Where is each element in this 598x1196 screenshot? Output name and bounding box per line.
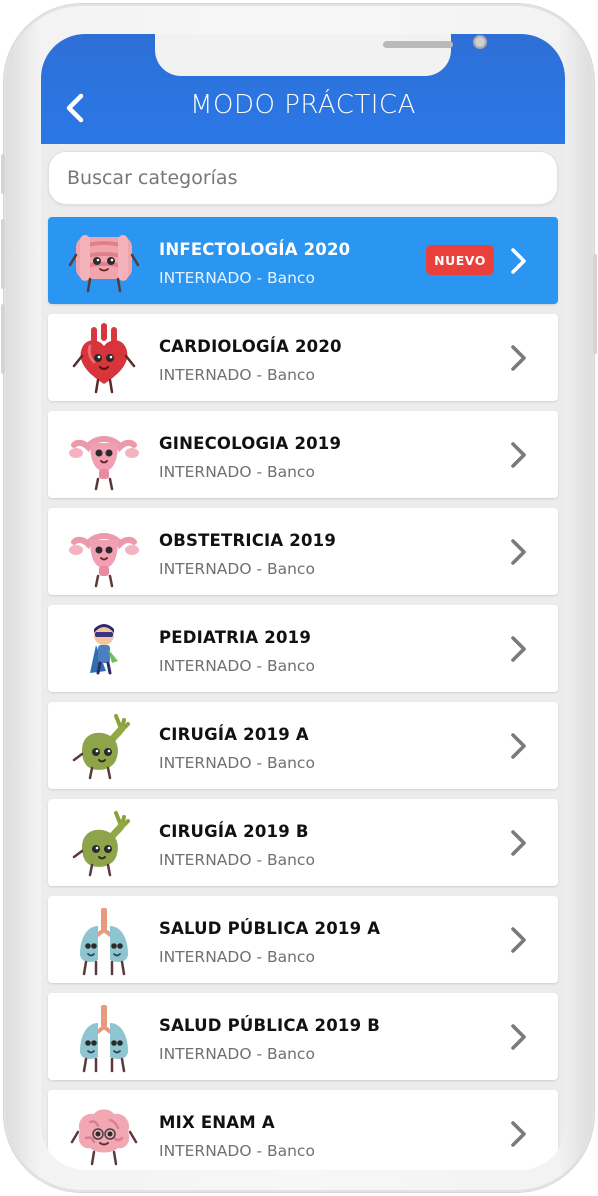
category-subtitle: INTERNADO - Banco bbox=[159, 463, 315, 481]
category-card[interactable]: CIRUGÍA 2019 A INTERNADO - Banco bbox=[48, 702, 558, 789]
category-name: CIRUGÍA 2019 B bbox=[159, 822, 309, 841]
chevron-right-icon[interactable] bbox=[508, 925, 530, 955]
new-badge: NUEVO bbox=[426, 245, 494, 275]
category-name: PEDIATRIA 2019 bbox=[159, 628, 312, 647]
category-subtitle: INTERNADO - Banco bbox=[159, 1045, 315, 1063]
search-bar[interactable] bbox=[48, 151, 558, 205]
chevron-right-icon[interactable] bbox=[508, 828, 530, 858]
category-card[interactable]: CIRUGÍA 2019 B INTERNADO - Banco bbox=[48, 799, 558, 886]
category-subtitle: INTERNADO - Banco bbox=[159, 366, 315, 384]
lungs-icon bbox=[68, 1001, 140, 1073]
category-card[interactable]: SALUD PÚBLICA 2019 A INTERNADO - Banco bbox=[48, 896, 558, 983]
category-name: OBSTETRICIA 2019 bbox=[159, 531, 336, 550]
category-name: SALUD PÚBLICA 2019 A bbox=[159, 919, 381, 938]
phone-side-button bbox=[1, 154, 5, 194]
chevron-right-icon[interactable] bbox=[508, 440, 530, 470]
category-subtitle: INTERNADO - Banco bbox=[159, 1142, 315, 1160]
category-name: INFECTOLOGÍA 2020 bbox=[159, 240, 351, 259]
phone-power-button bbox=[593, 254, 597, 354]
category-subtitle: INTERNADO - Banco bbox=[159, 851, 315, 869]
category-name: SALUD PÚBLICA 2019 B bbox=[159, 1016, 381, 1035]
category-name: GINECOLOGIA 2019 bbox=[159, 434, 342, 453]
lungs-icon bbox=[68, 904, 140, 976]
speaker-grille bbox=[383, 41, 453, 48]
category-card[interactable]: GINECOLOGIA 2019 INTERNADO - Banco bbox=[48, 411, 558, 498]
category-name: MIX ENAM A bbox=[159, 1113, 275, 1132]
gallbladder-icon bbox=[68, 807, 140, 879]
category-card[interactable]: MIX ENAM A INTERNADO - Banco bbox=[48, 1090, 558, 1170]
category-name: CARDIOLOGÍA 2020 bbox=[159, 337, 342, 356]
chevron-right-icon[interactable] bbox=[508, 731, 530, 761]
category-name: CIRUGÍA 2019 A bbox=[159, 725, 309, 744]
front-camera bbox=[473, 35, 487, 49]
uterus-icon bbox=[68, 516, 140, 588]
superhero-kid-icon bbox=[68, 613, 140, 685]
category-subtitle: INTERNADO - Banco bbox=[159, 754, 315, 772]
category-card[interactable]: CARDIOLOGÍA 2020 INTERNADO - Banco bbox=[48, 314, 558, 401]
chevron-right-icon[interactable] bbox=[508, 634, 530, 664]
phone-volume-down-button bbox=[1, 304, 5, 374]
uterus-icon bbox=[68, 419, 140, 491]
phone-volume-up-button bbox=[1, 219, 5, 289]
gallbladder-icon bbox=[68, 710, 140, 782]
category-subtitle: INTERNADO - Banco bbox=[159, 560, 315, 578]
chevron-right-icon[interactable] bbox=[508, 1022, 530, 1052]
category-card[interactable]: PEDIATRIA 2019 INTERNADO - Banco bbox=[48, 605, 558, 692]
intestine-icon bbox=[68, 225, 140, 297]
page-title: MODO PRÁCTICA bbox=[190, 90, 416, 120]
category-subtitle: INTERNADO - Banco bbox=[159, 948, 315, 966]
chevron-right-icon[interactable] bbox=[508, 343, 530, 373]
category-card[interactable]: INFECTOLOGÍA 2020 INTERNADO - Banco NUEVO bbox=[48, 217, 558, 304]
category-subtitle: INTERNADO - Banco bbox=[159, 269, 315, 287]
category-card[interactable]: OBSTETRICIA 2019 INTERNADO - Banco bbox=[48, 508, 558, 595]
brain-icon bbox=[68, 1098, 140, 1170]
chevron-right-icon[interactable] bbox=[508, 1119, 530, 1149]
category-subtitle: INTERNADO - Banco bbox=[159, 657, 315, 675]
phone-frame: MODO PRÁCTICA INFECTOLOGÍA 2020 INTERNADO… bbox=[1, 4, 597, 1192]
chevron-right-icon[interactable] bbox=[508, 246, 530, 276]
search-input[interactable] bbox=[49, 152, 557, 204]
phone-notch bbox=[155, 34, 487, 76]
category-card[interactable]: SALUD PÚBLICA 2019 B INTERNADO - Banco bbox=[48, 993, 558, 1080]
heart-icon bbox=[68, 322, 140, 394]
chevron-right-icon[interactable] bbox=[508, 537, 530, 567]
app-screen: MODO PRÁCTICA INFECTOLOGÍA 2020 INTERNADO… bbox=[41, 34, 565, 1170]
